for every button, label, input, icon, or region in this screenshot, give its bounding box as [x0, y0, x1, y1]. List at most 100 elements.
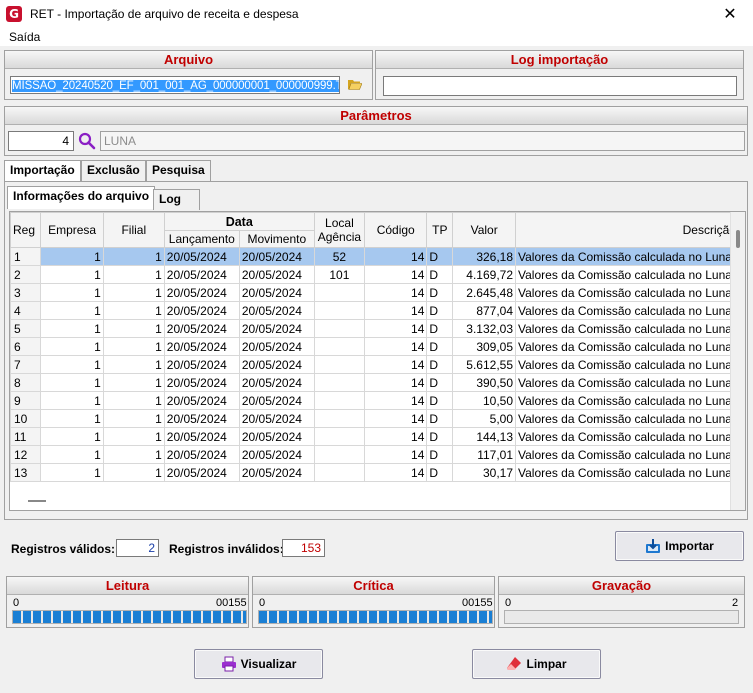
grid-cell-valor[interactable]: 5,00	[452, 409, 517, 428]
grid-cell-lancamento[interactable]: 20/05/2024	[163, 355, 240, 374]
grid-cell-codigo[interactable]: 14	[364, 391, 428, 410]
grid-cell-reg[interactable]: 10	[10, 409, 42, 428]
grid-cell-lancamento[interactable]: 20/05/2024	[163, 337, 240, 356]
grid-cell-descricao[interactable]: Valores da Comissão calculada no Luna d	[515, 373, 745, 392]
grid-cell-reg[interactable]: 11	[10, 427, 42, 446]
grid-cell-descricao[interactable]: Valores da Comissão calculada no Luna d	[515, 445, 745, 464]
grid-cell-movimento[interactable]: 20/05/2024	[238, 319, 315, 338]
grid-cell-movimento[interactable]: 20/05/2024	[238, 265, 315, 284]
grid-cell-reg[interactable]: 13	[10, 463, 42, 482]
grid-cell-lancamento[interactable]: 20/05/2024	[163, 319, 240, 338]
grid-cell-lancamento[interactable]: 20/05/2024	[163, 283, 240, 302]
tab-importacao[interactable]: Importação	[4, 160, 81, 183]
grid-cell-tp[interactable]: D	[426, 391, 454, 410]
grid-cell-codigo[interactable]: 14	[364, 373, 428, 392]
grid-cell-descricao[interactable]: Valores da Comissão calculada no Luna d	[515, 463, 745, 482]
grid-cell-tp[interactable]: D	[426, 355, 454, 374]
grid-cell-lancamento[interactable]: 20/05/2024	[163, 373, 240, 392]
grid-cell-local-agencia[interactable]	[313, 355, 366, 374]
grid-cell-local-agencia[interactable]: 52	[313, 247, 366, 266]
col-reg-header[interactable]: Reg	[10, 212, 42, 248]
grid-cell-descricao[interactable]: Valores da Comissão calculada no Luna d	[515, 337, 745, 356]
grid-cell-movimento[interactable]: 20/05/2024	[238, 391, 315, 410]
grid-cell-reg[interactable]: 12	[10, 445, 42, 464]
grid-cell-codigo[interactable]: 14	[364, 337, 428, 356]
grid-cell-valor[interactable]: 877,04	[452, 301, 517, 320]
grid-cell-movimento[interactable]: 20/05/2024	[238, 355, 315, 374]
grid-cell-reg[interactable]: 4	[10, 301, 42, 320]
col-empresa-header[interactable]: Empresa	[40, 212, 104, 248]
grid-cell-lancamento[interactable]: 20/05/2024	[163, 463, 240, 482]
table-row[interactable]: 5 1 1 20/05/2024 20/05/2024 14 D 3.132,03 Valore…	[10, 319, 745, 338]
grid-cell-empresa[interactable]: 1	[40, 265, 104, 284]
grid-cell-lancamento[interactable]: 20/05/2024	[163, 301, 240, 320]
col-descricao-header[interactable]: Descrição	[515, 212, 745, 248]
grid-cell-lancamento[interactable]: 20/05/2024	[163, 427, 240, 446]
table-row[interactable]: 13 1 1 20/05/2024 20/05/2024 14 D 30,17 Valores …	[10, 463, 745, 482]
grid-cell-movimento[interactable]: 20/05/2024	[238, 283, 315, 302]
col-filial-header[interactable]: Filial	[102, 212, 165, 248]
open-folder-icon[interactable]	[348, 78, 362, 90]
grid-cell-lancamento[interactable]: 20/05/2024	[163, 445, 240, 464]
grid-cell-reg[interactable]: 2	[10, 265, 42, 284]
grid-cell-movimento[interactable]: 20/05/2024	[238, 247, 315, 266]
table-row[interactable]: 4 1 1 20/05/2024 20/05/2024 14 D 877,04 Valores …	[10, 301, 745, 320]
grid-cell-empresa[interactable]: 1	[40, 301, 104, 320]
grid-cell-reg[interactable]: 1	[10, 247, 42, 266]
grid-cell-codigo[interactable]: 14	[364, 463, 428, 482]
grid-cell-local-agencia[interactable]	[313, 463, 366, 482]
grid-cell-valor[interactable]: 390,50	[452, 373, 517, 392]
grid-cell-codigo[interactable]: 14	[364, 319, 428, 338]
table-row[interactable]: 2 1 1 20/05/2024 20/05/2024 101 14 D 4.169,72 Val…	[10, 265, 745, 284]
visualizar-button[interactable]: Visualizar	[194, 649, 323, 679]
grid-cell-local-agencia[interactable]	[313, 283, 366, 302]
grid-cell-reg[interactable]: 7	[10, 355, 42, 374]
grid-cell-filial[interactable]: 1	[102, 283, 165, 302]
parametro-code-input[interactable]: 4	[8, 131, 74, 151]
grid-cell-movimento[interactable]: 20/05/2024	[238, 373, 315, 392]
table-row[interactable]: 3 1 1 20/05/2024 20/05/2024 14 D 2.645,48 Valore…	[10, 283, 745, 302]
grid-cell-descricao[interactable]: Valores da Comissão calculada no Luna d	[515, 427, 745, 446]
grid-cell-descricao[interactable]: Valores da Comissão calculada no Luna d	[515, 283, 745, 302]
grid-cell-empresa[interactable]: 1	[40, 373, 104, 392]
grid-cell-descricao[interactable]: Valores da Comissão calculada no Luna d	[515, 391, 745, 410]
grid-cell-tp[interactable]: D	[426, 265, 454, 284]
grid-vertical-scroll-thumb[interactable]	[736, 230, 740, 248]
grid-cell-local-agencia[interactable]	[313, 337, 366, 356]
grid-cell-empresa[interactable]: 1	[40, 445, 104, 464]
grid-vertical-scrollbar[interactable]	[730, 212, 745, 510]
close-button[interactable]: ✕	[707, 0, 753, 28]
grid-cell-valor[interactable]: 5.612,55	[452, 355, 517, 374]
grid-cell-codigo[interactable]: 14	[364, 265, 428, 284]
table-row[interactable]: 8 1 1 20/05/2024 20/05/2024 14 D 390,50 Valores …	[10, 373, 745, 392]
grid-cell-movimento[interactable]: 20/05/2024	[238, 301, 315, 320]
grid-cell-descricao[interactable]: Valores da Comissão calculada no Luna d	[515, 355, 745, 374]
grid-cell-movimento[interactable]: 20/05/2024	[238, 337, 315, 356]
grid-cell-filial[interactable]: 1	[102, 265, 165, 284]
grid-cell-filial[interactable]: 1	[102, 373, 165, 392]
grid-cell-reg[interactable]: 6	[10, 337, 42, 356]
grid-cell-local-agencia[interactable]: 101	[313, 265, 366, 284]
grid-cell-tp[interactable]: D	[426, 301, 454, 320]
grid-cell-tp[interactable]: D	[426, 247, 454, 266]
grid-cell-tp[interactable]: D	[426, 319, 454, 338]
col-valor-header[interactable]: Valor	[452, 212, 517, 248]
grid-cell-local-agencia[interactable]	[313, 391, 366, 410]
grid-cell-empresa[interactable]: 1	[40, 247, 104, 266]
grid-cell-local-agencia[interactable]	[313, 427, 366, 446]
importar-button[interactable]: Importar	[615, 531, 744, 561]
grid-cell-reg[interactable]: 8	[10, 373, 42, 392]
limpar-button[interactable]: Limpar	[472, 649, 601, 679]
grid-cell-filial[interactable]: 1	[102, 427, 165, 446]
grid-cell-valor[interactable]: 10,50	[452, 391, 517, 410]
tab-pesquisa[interactable]: Pesquisa	[146, 160, 211, 181]
grid-cell-local-agencia[interactable]	[313, 409, 366, 428]
grid-cell-filial[interactable]: 1	[102, 337, 165, 356]
grid-cell-local-agencia[interactable]	[313, 445, 366, 464]
table-row[interactable]: 9 1 1 20/05/2024 20/05/2024 14 D 10,50 Valores d…	[10, 391, 745, 410]
table-row[interactable]: 11 1 1 20/05/2024 20/05/2024 14 D 144,13 Valores…	[10, 427, 745, 446]
grid-cell-valor[interactable]: 3.132,03	[452, 319, 517, 338]
grid-cell-tp[interactable]: D	[426, 463, 454, 482]
col-tp-header[interactable]: TP	[426, 212, 454, 248]
grid-cell-local-agencia[interactable]	[313, 373, 366, 392]
